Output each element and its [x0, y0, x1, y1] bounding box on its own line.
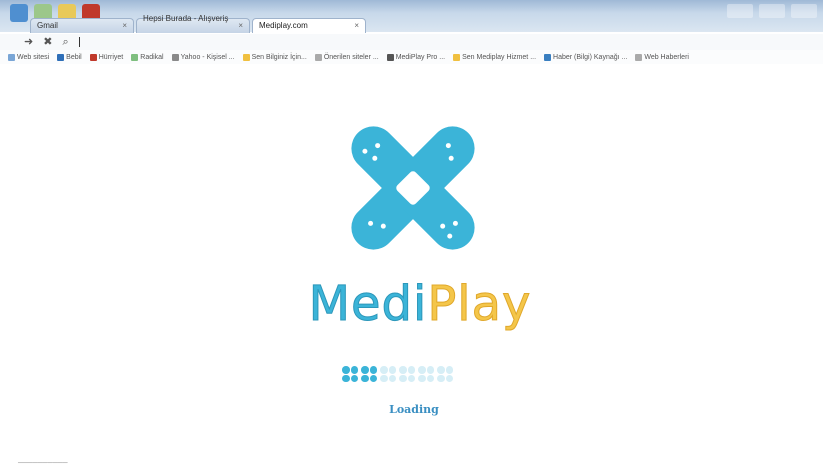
bookmark-label: Yahoo - Kişisel ...: [180, 53, 235, 61]
bookmark-favicon-icon: [242, 53, 250, 61]
close-icon[interactable]: ×: [354, 19, 359, 33]
tab-gmail[interactable]: Gmail ×: [30, 18, 134, 33]
search-icon[interactable]: ⌕: [62, 34, 68, 50]
bookmark-item[interactable]: Önerilen siteler ...: [314, 53, 379, 61]
bookmark-item[interactable]: Yahoo - Kişisel ...: [171, 53, 235, 61]
bookmark-label: Radikal: [140, 53, 164, 61]
bookmarks-bar: Web sitesi Bebil Hürriyet Radikal Yahoo - Ki…: [0, 50, 823, 64]
bookmark-favicon-icon: [8, 53, 15, 61]
bookmark-favicon-icon: [635, 53, 643, 61]
loader-cell-filled-icon: [361, 366, 377, 382]
loader-cell-filled-icon: [342, 366, 358, 382]
navigation-bar: ➜ ✖ ⌕: [0, 34, 823, 50]
bookmark-item[interactable]: Radikal: [131, 53, 164, 61]
bookmark-favicon-icon: [131, 53, 139, 61]
bookmark-label: Hürriyet: [98, 53, 124, 61]
bookmark-item[interactable]: Hürriyet: [89, 53, 124, 61]
bookmark-item[interactable]: Sen Bilginiz İçin...: [242, 53, 307, 61]
status-bar: ──────────: [18, 460, 68, 467]
bookmark-label: Web Haberleri: [644, 53, 689, 61]
bookmark-favicon-icon: [89, 53, 97, 61]
minimize-button[interactable]: [727, 4, 753, 18]
bookmark-favicon-icon: [386, 53, 394, 61]
forward-icon[interactable]: ➜: [24, 34, 33, 50]
start-orb-icon[interactable]: [10, 4, 28, 22]
bookmark-item[interactable]: MediPlay Pro ...: [386, 53, 446, 61]
loading-indicator: [342, 366, 453, 382]
bookmark-label: Bebil: [66, 53, 82, 61]
title-bar: Gmail × Hepsi Burada - Alışveriş ... × M…: [0, 0, 823, 37]
loading-label: Loading: [389, 403, 439, 416]
bookmark-item[interactable]: Haber (Bilgi) Kaynağı ...: [544, 53, 628, 61]
loader-cell-empty-icon: [380, 366, 396, 382]
bandage-logo-icon: [351, 126, 475, 250]
tab-label: Gmail: [37, 21, 58, 30]
close-window-button[interactable]: [791, 4, 817, 18]
bookmark-item[interactable]: Web sitesi: [8, 53, 50, 61]
bookmark-label: Web sitesi: [17, 53, 50, 61]
loader-cell-empty-icon: [418, 366, 434, 382]
brand-wordmark: MediPlay: [300, 276, 540, 333]
tab-strip: Gmail × Hepsi Burada - Alışveriş ... × M…: [30, 14, 368, 37]
bookmark-favicon-icon: [544, 53, 552, 61]
brand-part-play: Play: [427, 276, 532, 333]
bookmark-item[interactable]: Sen Mediplay Hizmet ...: [453, 53, 537, 61]
bookmark-label: Önerilen siteler ...: [323, 53, 379, 61]
tab-label: Mediplay.com: [259, 21, 308, 30]
bookmark-label: MediPlay Pro ...: [395, 53, 446, 61]
bookmark-item[interactable]: Web Haberleri: [635, 53, 689, 61]
bookmark-label: Sen Mediplay Hizmet ...: [462, 53, 537, 61]
bookmark-favicon-icon: [171, 53, 179, 61]
close-icon[interactable]: ×: [238, 19, 243, 33]
window-controls: [727, 4, 817, 18]
address-input[interactable]: [78, 37, 80, 47]
bookmark-favicon-icon: [453, 53, 461, 61]
tab-hepsiburada[interactable]: Hepsi Burada - Alışveriş ... ×: [136, 14, 250, 37]
bookmark-label: Haber (Bilgi) Kaynağı ...: [553, 53, 628, 61]
bookmark-item[interactable]: Bebil: [57, 53, 82, 61]
bookmark-favicon-icon: [314, 53, 322, 61]
close-icon[interactable]: ×: [122, 19, 127, 33]
stop-icon[interactable]: ✖: [43, 34, 52, 50]
maximize-button[interactable]: [759, 4, 785, 18]
tab-mediplay[interactable]: Mediplay.com ×: [252, 18, 366, 33]
bookmark-label: Sen Bilginiz İçin...: [251, 53, 307, 61]
brand-part-medi: Medi: [308, 276, 428, 333]
loader-cell-empty-icon: [437, 366, 453, 382]
bookmark-favicon-icon: [57, 53, 65, 61]
loader-cell-empty-icon: [399, 366, 415, 382]
browser-chrome: Gmail × Hepsi Burada - Alışveriş ... × M…: [0, 0, 823, 68]
